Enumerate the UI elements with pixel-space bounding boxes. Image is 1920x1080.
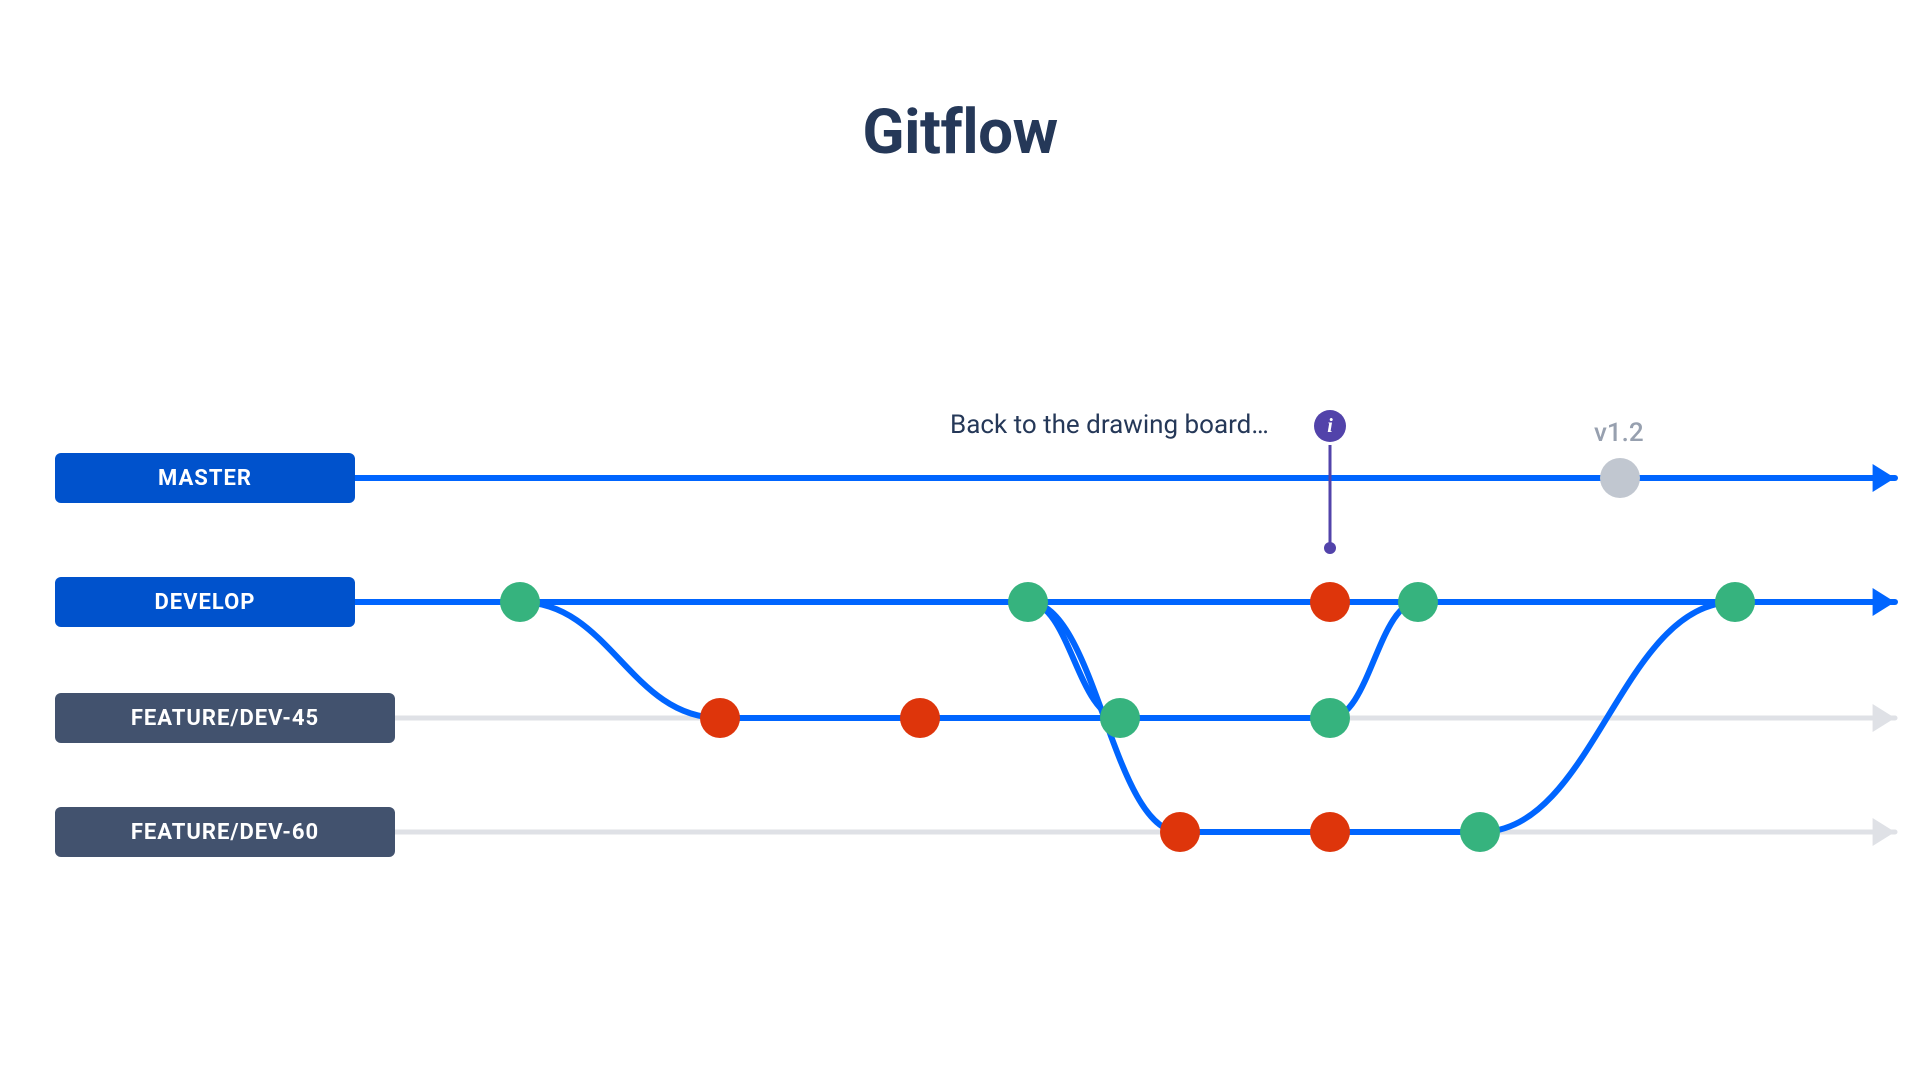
revert-note-text: Back to the drawing board… (950, 410, 1269, 440)
branch-label-master: MASTER (55, 453, 355, 503)
gitflow-diagram: MASTER DEVELOP FEATURE/DEV-45 FEATURE/DE… (0, 0, 1920, 1080)
branch-label-feature-45: FEATURE/DEV-45 (55, 693, 395, 743)
diagram-svg (0, 0, 1920, 1080)
branch-label-develop: DEVELOP (55, 577, 355, 627)
version-tag-text: v1.2 (1594, 418, 1644, 448)
branch-label-feature-60: FEATURE/DEV-60 (55, 807, 395, 857)
info-icon: i (1314, 410, 1346, 442)
